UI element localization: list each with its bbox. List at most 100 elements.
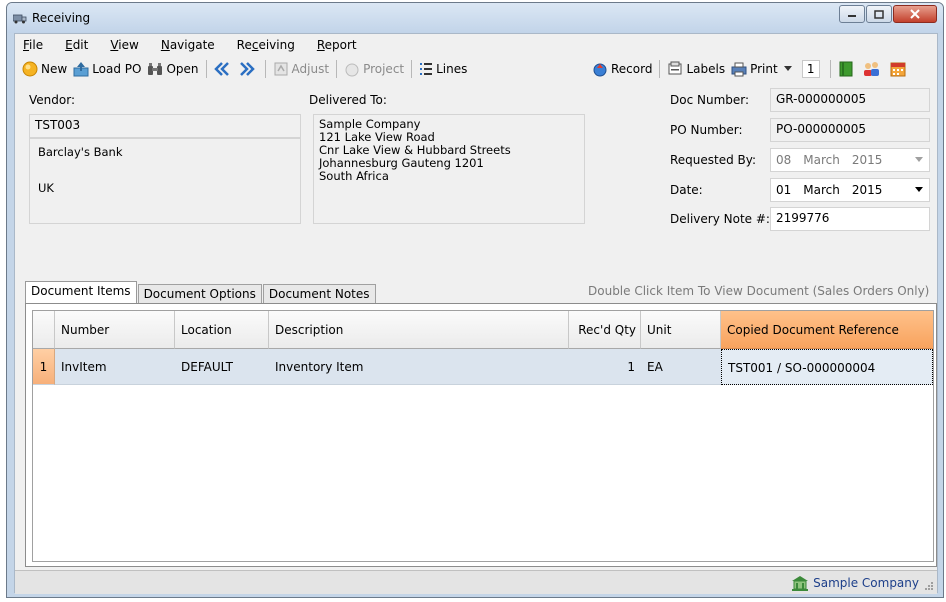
toolbar-separator bbox=[411, 60, 413, 78]
cell-description[interactable]: Inventory Item bbox=[269, 349, 569, 385]
close-button[interactable] bbox=[893, 5, 937, 23]
resize-grip-icon[interactable] bbox=[924, 581, 934, 591]
menu-report-key: R bbox=[316, 38, 325, 52]
toolbar: New Load PO Open Adjust Project Lines Re… bbox=[15, 56, 937, 82]
toolbar-separator bbox=[336, 60, 338, 78]
tab-document-notes[interactable]: Document Notes bbox=[262, 284, 376, 304]
double-chevron-right-icon bbox=[239, 62, 255, 76]
requested-by-date-field[interactable]: 08 March 2015 bbox=[770, 148, 930, 172]
record-label: Record bbox=[611, 62, 653, 76]
date-label: Date: bbox=[670, 183, 703, 197]
column-header-unit[interactable]: Unit bbox=[641, 311, 721, 349]
binoculars-icon bbox=[148, 63, 163, 75]
column-header-number[interactable]: Number bbox=[55, 311, 175, 349]
row-number[interactable]: 1 bbox=[33, 349, 55, 385]
cell-copied-document-reference[interactable]: TST001 / SO-000000004 bbox=[721, 349, 933, 385]
menu-navigate-key: N bbox=[160, 38, 170, 52]
receiving-app-icon bbox=[13, 14, 27, 24]
po-number-field[interactable]: PO-000000005 bbox=[770, 118, 930, 142]
cell-recd-qty[interactable]: 1 bbox=[569, 349, 641, 385]
print-label: Print bbox=[750, 62, 778, 76]
vendor-label: Vendor: bbox=[29, 93, 75, 107]
requested-by-dropdown-icon[interactable] bbox=[915, 157, 923, 162]
column-header-description[interactable]: Description bbox=[269, 311, 569, 349]
menu-report[interactable]: Report bbox=[317, 38, 357, 52]
window-title: Receiving bbox=[32, 11, 91, 25]
menu-receiving-post: eiving bbox=[258, 38, 295, 52]
open-button[interactable]: Open bbox=[144, 58, 201, 80]
dropdown-arrow-icon bbox=[783, 66, 792, 71]
project-icon bbox=[345, 63, 359, 77]
column-header-recd-qty[interactable]: Rec'd Qty bbox=[569, 311, 641, 349]
green-book-icon bbox=[839, 61, 853, 77]
requested-by-day: 08 bbox=[776, 153, 792, 167]
menu-receiving[interactable]: Receiving bbox=[237, 38, 295, 52]
date-month: March bbox=[803, 183, 840, 197]
users-button[interactable] bbox=[860, 58, 887, 80]
delivery-note-label: Delivery Note #: bbox=[670, 212, 770, 226]
column-header-copied-document-reference[interactable]: Copied Document Reference bbox=[721, 311, 933, 349]
vendor-name: Barclay's Bank bbox=[38, 145, 123, 159]
lines-label: Lines bbox=[436, 62, 468, 76]
date-dropdown-icon[interactable] bbox=[915, 187, 923, 192]
menu-report-post: eport bbox=[324, 38, 357, 52]
menu-navigate[interactable]: Navigate bbox=[161, 38, 215, 52]
title-bar: Receiving bbox=[7, 3, 943, 33]
status-bar: Sample Company bbox=[15, 570, 937, 594]
double-click-hint: Double Click Item To View Document (Sale… bbox=[588, 284, 930, 298]
project-label: Project bbox=[363, 62, 405, 76]
delivery-note-field[interactable]: 2199776 bbox=[770, 207, 930, 231]
previous-button[interactable] bbox=[211, 58, 236, 80]
menu-edit-post: dit bbox=[72, 38, 89, 52]
status-company[interactable]: Sample Company bbox=[791, 575, 919, 591]
print-copies-input[interactable]: 1 bbox=[801, 60, 820, 78]
tab-document-options[interactable]: Document Options bbox=[137, 284, 262, 304]
doc-number-field[interactable]: GR-000000005 bbox=[770, 88, 930, 112]
cell-unit[interactable]: EA bbox=[641, 349, 721, 385]
date-year: 2015 bbox=[851, 183, 883, 197]
cell-location[interactable]: DEFAULT bbox=[175, 349, 269, 385]
load-po-label: Load PO bbox=[92, 62, 142, 76]
lines-button[interactable]: Lines bbox=[416, 58, 470, 80]
lines-icon bbox=[420, 63, 433, 75]
date-field[interactable]: 01 March 2015 bbox=[770, 178, 930, 202]
project-button[interactable]: Project bbox=[341, 58, 407, 80]
print-dropdown[interactable] bbox=[781, 58, 798, 80]
minimize-icon bbox=[848, 15, 856, 17]
company-building-icon bbox=[792, 576, 809, 591]
vendor-address-field[interactable]: Barclay's Bank UK bbox=[29, 138, 301, 224]
doc-number-label: Doc Number: bbox=[670, 93, 750, 107]
record-button[interactable]: Record bbox=[589, 58, 655, 80]
tab-document-items[interactable]: Document Items bbox=[25, 281, 137, 304]
receiving-window: Receiving File Edit View Navigate Receiv… bbox=[6, 2, 944, 598]
vendor-code-field[interactable]: TST003 bbox=[29, 114, 301, 138]
print-button[interactable]: Print bbox=[728, 58, 781, 80]
new-button[interactable]: New bbox=[19, 58, 70, 80]
menu-file[interactable]: File bbox=[23, 38, 43, 52]
toolbar-separator bbox=[264, 60, 266, 78]
calendar-icon bbox=[890, 62, 906, 77]
adjust-button[interactable]: Adjust bbox=[270, 58, 333, 80]
menu-edit[interactable]: Edit bbox=[65, 38, 88, 52]
labels-label: Labels bbox=[686, 62, 726, 76]
maximize-button[interactable] bbox=[866, 5, 892, 23]
labels-button[interactable]: Labels bbox=[664, 58, 728, 80]
calendar-button[interactable] bbox=[887, 58, 912, 80]
menu-view[interactable]: View bbox=[110, 38, 138, 52]
document-items-grid[interactable]: Number Location Description Rec'd Qty Un… bbox=[32, 310, 934, 562]
next-button[interactable] bbox=[236, 58, 261, 80]
requested-by-month: March bbox=[803, 153, 840, 167]
load-po-button[interactable]: Load PO bbox=[70, 58, 144, 80]
labels-icon bbox=[668, 61, 682, 75]
book-button[interactable] bbox=[835, 58, 860, 80]
date-day: 01 bbox=[776, 183, 792, 197]
menu-receiving-pre: Re bbox=[236, 38, 252, 52]
maximize-icon bbox=[874, 9, 884, 19]
new-label: New bbox=[41, 62, 68, 76]
delivered-to-address-field[interactable]: Sample Company 121 Lake View Road Cnr La… bbox=[313, 114, 585, 224]
menu-view-post: iew bbox=[118, 38, 139, 52]
column-header-location[interactable]: Location bbox=[175, 311, 269, 349]
minimize-button[interactable] bbox=[839, 5, 865, 23]
cell-number[interactable]: InvItem bbox=[55, 349, 175, 385]
toolbar-separator bbox=[659, 60, 661, 78]
